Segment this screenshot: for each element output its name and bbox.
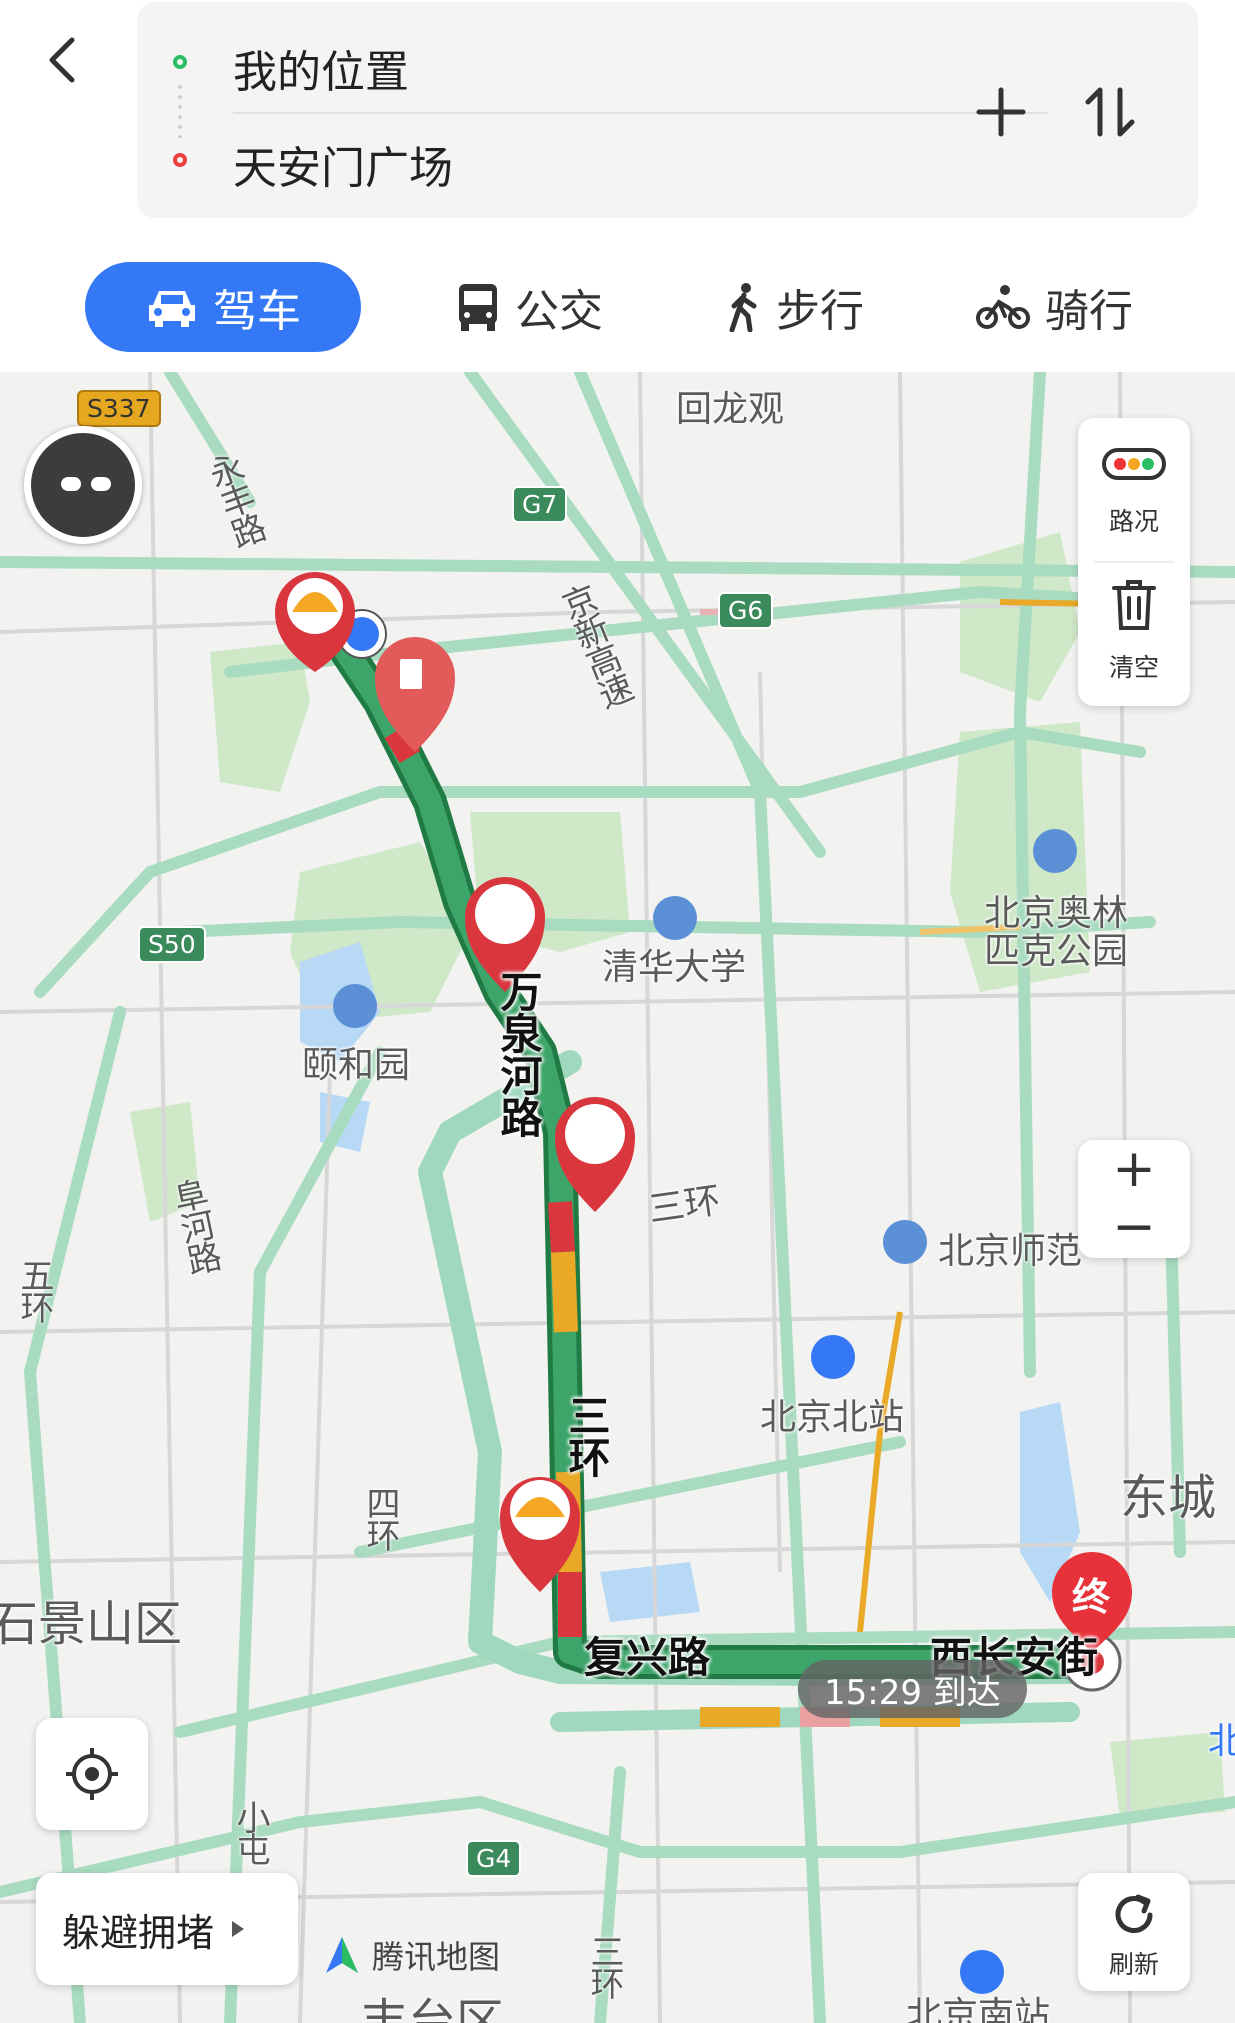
tab-drive-label: 驾车 — [213, 286, 301, 337]
locate-button[interactable] — [36, 1718, 148, 1830]
brand-name: 腾讯地图 — [372, 1938, 501, 1976]
highway-shield-g6: G6 — [718, 592, 774, 629]
traffic-light-icon — [1102, 448, 1166, 480]
highway-shield-g7: G7 — [512, 486, 568, 523]
tencent-map-logo-icon — [326, 1937, 358, 1973]
car-icon — [149, 291, 195, 327]
refresh-icon — [1115, 1894, 1153, 1933]
trash-icon — [1112, 580, 1156, 630]
route-connector — [178, 82, 182, 138]
crosshair-icon — [66, 1748, 118, 1800]
road-label: 四环 — [360, 1486, 400, 1550]
place-label: 颐和园 — [302, 1045, 411, 1086]
avoid-congestion-button[interactable]: 躲避拥堵 — [36, 1873, 298, 1985]
tab-bike[interactable]: 骑行 — [975, 262, 1133, 352]
tab-drive[interactable]: 驾车 — [85, 262, 361, 352]
road-label: 三环 — [645, 1180, 724, 1231]
avoid-congestion-label: 躲避拥堵 — [62, 1910, 215, 1955]
brand-watermark: 腾讯地图 — [320, 1932, 500, 1978]
tab-bus[interactable]: 公交 — [455, 262, 603, 352]
tab-bike-label: 骑行 — [1045, 286, 1133, 337]
road-label: 五环 — [14, 1258, 54, 1322]
tab-walk-label: 步行 — [776, 286, 864, 337]
district-label: 石景山区 — [0, 1596, 183, 1652]
traffic-toggle[interactable]: 路况 — [1078, 418, 1190, 558]
zoom-in-button[interactable]: + — [1078, 1140, 1190, 1198]
highway-shield-g4: G4 — [466, 1840, 522, 1877]
origin-field[interactable]: 我的位置 — [233, 36, 409, 100]
route-road-name: 三环 — [562, 1394, 611, 1478]
user-avatar[interactable] — [24, 426, 142, 544]
road-label: 小屯 — [230, 1800, 270, 1864]
route-road-name: 万泉河路 — [494, 970, 543, 1138]
zoom-control: + − — [1078, 1140, 1190, 1258]
swap-icon[interactable] — [1078, 80, 1142, 144]
refresh-button[interactable]: 刷新 — [1078, 1873, 1190, 1991]
route-input-box: 我的位置 天安门广场 — [137, 2, 1198, 218]
place-label: 北京南站 — [906, 1995, 1051, 2023]
bus-icon — [459, 284, 497, 331]
highway-shield-s337: S337 — [77, 390, 161, 427]
place-label: 北京北站 — [760, 1397, 905, 1438]
route-road-name: 复兴路 — [584, 1633, 711, 1682]
tab-walk[interactable]: 步行 — [726, 262, 864, 352]
field-divider — [233, 112, 1048, 114]
map-layer-panel: 路况 清空 — [1078, 418, 1190, 706]
bicycle-icon — [976, 285, 1030, 329]
destination-marker-label: 终 — [1072, 1575, 1111, 1619]
back-chevron-icon[interactable] — [36, 30, 96, 90]
place-label: 匹克公园 — [984, 931, 1129, 972]
place-label: 清华大学 — [602, 947, 747, 988]
place-label: 北京师范 — [938, 1231, 1083, 1272]
triangle-right-icon — [232, 1921, 245, 1937]
traffic-label: 路况 — [1108, 507, 1159, 536]
eye-icon — [91, 477, 111, 491]
destination-field[interactable]: 天安门广场 — [233, 132, 453, 196]
panel-divider — [1094, 561, 1174, 563]
eta-badge: 15:29 到达 — [798, 1660, 1027, 1718]
eye-icon — [61, 477, 81, 491]
travel-mode-tabs: 驾车 公交 步行 骑行 — [0, 258, 1235, 354]
walking-icon — [729, 283, 757, 332]
tab-bus-label: 公交 — [515, 286, 603, 337]
place-label: 北 — [1208, 1721, 1235, 1762]
map-view[interactable]: 终 S337 G7 G6 S50 G4 回龙观 清华大学 北京奥林 匹克公园 颐… — [0, 372, 1235, 2023]
clear-label: 清空 — [1108, 653, 1159, 682]
district-label: 东城 — [1120, 1470, 1217, 1526]
add-waypoint-icon[interactable] — [969, 80, 1033, 144]
road-label: 三环 — [584, 1934, 624, 1998]
route-header: 我的位置 天安门广场 驾车 公交 步行 骑行 — [0, 0, 1235, 372]
start-dot-icon — [173, 55, 187, 69]
highway-shield-s50: S50 — [138, 926, 206, 963]
clear-button[interactable]: 清空 — [1078, 564, 1190, 704]
district-label: 丰台区 — [360, 1994, 505, 2023]
zoom-out-button[interactable]: − — [1078, 1198, 1190, 1256]
end-dot-icon — [173, 153, 187, 167]
refresh-label: 刷新 — [1108, 1950, 1159, 1979]
place-label: 回龙观 — [676, 389, 785, 430]
